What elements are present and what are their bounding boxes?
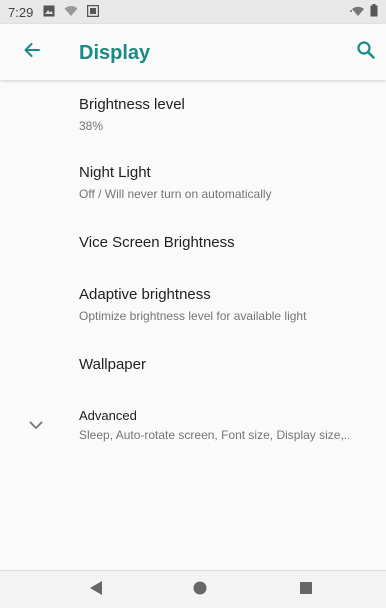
wifi-signal-icon <box>349 5 365 20</box>
media-notification-icon <box>87 4 100 20</box>
setting-summary: 38% <box>79 119 104 133</box>
navigation-bar <box>0 570 386 608</box>
setting-summary: Sleep, Auto-rotate screen, Font size, Di… <box>79 428 351 442</box>
status-bar: 7:29 <box>0 0 386 24</box>
battery-icon <box>370 4 378 20</box>
recents-square-icon <box>299 581 313 600</box>
status-time: 7:29 <box>8 4 34 20</box>
nav-home-button[interactable] <box>191 581 209 599</box>
home-circle-icon <box>192 580 208 601</box>
page-title: Display <box>79 42 151 64</box>
setting-summary: Optimize brightness level for available … <box>79 309 307 323</box>
setting-night-light[interactable]: Night Light Off / Will never turn on aut… <box>0 158 386 218</box>
arrow-left-icon <box>22 40 42 65</box>
nav-back-button[interactable] <box>87 580 105 601</box>
search-icon <box>356 40 376 65</box>
setting-vice-screen-brightness[interactable]: Vice Screen Brightness <box>0 226 386 266</box>
search-button[interactable] <box>354 40 378 64</box>
back-button[interactable] <box>20 40 44 64</box>
app-bar: Display <box>0 24 386 80</box>
setting-brightness-level[interactable]: Brightness level 38% <box>0 90 386 150</box>
setting-title: Brightness level <box>79 96 185 113</box>
status-right <box>349 4 378 20</box>
status-notifications <box>43 4 100 20</box>
setting-wallpaper[interactable]: Wallpaper <box>0 346 386 386</box>
setting-adaptive-brightness[interactable]: Adaptive brightness Optimize brightness … <box>0 278 386 338</box>
chevron-down-icon <box>27 416 45 434</box>
setting-title: Vice Screen Brightness <box>79 234 235 251</box>
image-notification-icon <box>43 5 55 20</box>
setting-title: Advanced <box>79 408 137 423</box>
back-triangle-icon <box>89 580 103 601</box>
setting-title: Wallpaper <box>79 356 146 373</box>
setting-title: Adaptive brightness <box>79 286 211 303</box>
wifi-notification-icon <box>64 5 78 20</box>
setting-summary: Off / Will never turn on automatically <box>79 187 272 201</box>
setting-advanced[interactable]: Advanced Sleep, Auto-rotate screen, Font… <box>0 400 386 450</box>
setting-title: Night Light <box>79 164 151 181</box>
nav-recents-button[interactable] <box>297 581 315 599</box>
